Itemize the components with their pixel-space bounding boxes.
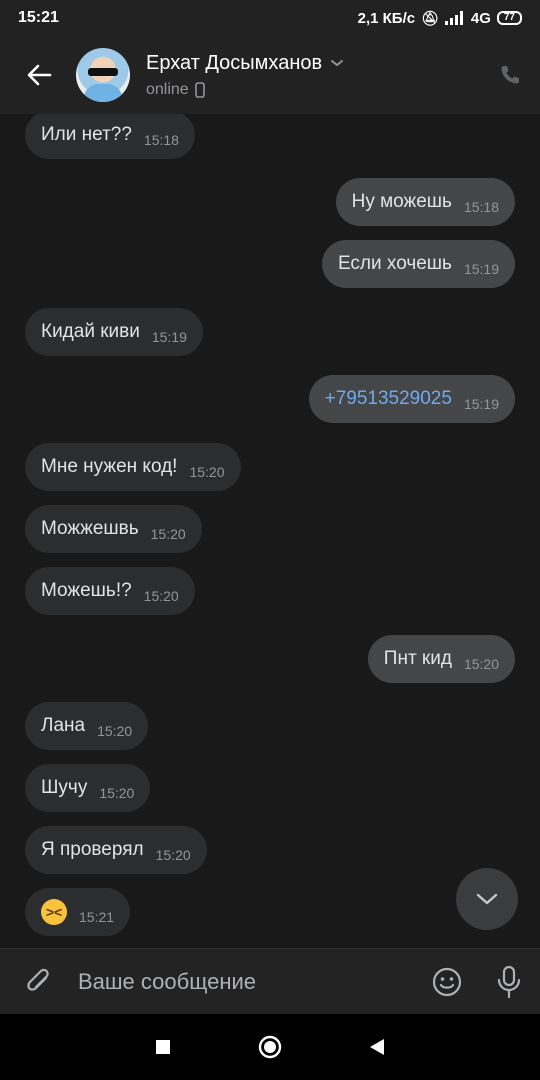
smiley-icon (432, 967, 462, 996)
call-button[interactable] (480, 36, 540, 114)
message-text: Пнт кид (383, 648, 452, 669)
message-incoming[interactable]: >< 15:21 (25, 888, 131, 936)
message-time: 15:20 (150, 526, 186, 542)
microphone-button[interactable] (478, 949, 540, 1015)
status-indicators: 2,1 КБ/с 🔕︎ 4G 77 (358, 10, 522, 27)
message-incoming[interactable]: Мне нужен код! 15:20 (25, 443, 241, 491)
avatar-glasses (88, 68, 118, 76)
contact-info[interactable]: Ерхат Досымханов online (146, 52, 480, 99)
message-time: 15:20 (463, 656, 499, 672)
message-text: Ну можешь (351, 191, 452, 212)
message-outgoing[interactable]: Пнт кид 15:20 (367, 635, 515, 683)
status-bar: 15:21 2,1 КБ/с 🔕︎ 4G 77 (0, 0, 540, 36)
message-time: 15:20 (189, 464, 225, 480)
chat-header: Ерхат Досымханов online (0, 36, 540, 114)
mobile-device-icon (194, 81, 205, 98)
message-time: 15:20 (143, 588, 179, 604)
message-time: 15:21 (79, 909, 115, 925)
message-input[interactable] (78, 959, 416, 1004)
message-outgoing[interactable]: +79513529025 15:19 (308, 375, 515, 423)
message-time: 15:18 (463, 199, 499, 215)
signal-icon (444, 11, 463, 25)
message-outgoing[interactable]: Если хочешь 15:19 (321, 240, 515, 288)
message-incoming[interactable]: Шучу 15:20 (25, 764, 151, 812)
message-time: 15:20 (97, 723, 133, 739)
message-text: Или нет?? (41, 124, 132, 145)
message-time: 15:20 (155, 847, 191, 863)
message-time: 15:19 (151, 329, 187, 345)
attach-button[interactable] (0, 949, 78, 1015)
phone-number-link[interactable]: +79513529025 (309, 388, 452, 410)
contact-status: online (146, 81, 480, 99)
chevron-down-icon (476, 893, 498, 905)
circle-icon (258, 1035, 282, 1059)
avatar[interactable] (76, 48, 130, 102)
contact-name: Ерхат Досымханов (146, 52, 480, 75)
battery-level: 77 (503, 12, 515, 23)
message-time: 15:19 (463, 396, 499, 412)
message-incoming[interactable]: Я проверял 15:20 (25, 826, 207, 874)
message-text: Мне нужен код! (41, 456, 178, 477)
scroll-down-button[interactable] (456, 868, 518, 930)
triangle-back-icon (369, 1039, 384, 1055)
emoji-button[interactable] (416, 949, 478, 1015)
message-outgoing[interactable]: Ну можешь 15:18 (335, 178, 515, 226)
message-list[interactable]: Или нет?? 15:18 Ну можешь 15:18 Если хоч… (0, 114, 540, 948)
back-nav-button[interactable] (355, 1025, 399, 1069)
paperclip-icon (27, 968, 49, 991)
message-text: Кидай киви (41, 321, 140, 342)
message-incoming[interactable]: Можешь!? 15:20 (25, 567, 195, 615)
home-button[interactable] (248, 1025, 292, 1069)
back-button[interactable] (0, 36, 78, 114)
system-navigation-bar (0, 1014, 540, 1080)
network-speed: 2,1 КБ/с (357, 9, 416, 27)
recents-button[interactable] (141, 1025, 185, 1069)
message-text: Я проверял (41, 839, 144, 860)
laughing-squinting-face-icon: >< (41, 899, 67, 925)
message-incoming[interactable]: Можжешвь 15:20 (25, 505, 202, 553)
message-composer (0, 948, 540, 1014)
message-time: 15:19 (463, 261, 499, 277)
message-text: Можешь!? (41, 580, 132, 601)
status-time: 15:21 (18, 9, 59, 26)
message-time: 15:18 (143, 132, 179, 148)
message-incoming[interactable]: Лана 15:20 (25, 702, 149, 750)
microphone-icon (497, 965, 521, 998)
arrow-left-icon (27, 64, 52, 86)
chevron-down-icon (331, 60, 344, 67)
contact-status-text: online (146, 80, 189, 98)
message-emoji: >< (25, 899, 67, 925)
message-text: Можжешвь (41, 518, 139, 539)
message-text: Шучу (41, 777, 88, 798)
message-incoming[interactable]: Кидай киви 15:19 (25, 308, 203, 356)
alarm-off-icon: 🔕︎ (421, 9, 439, 26)
message-text: Лана (41, 715, 86, 736)
network-type: 4G (470, 9, 491, 27)
message-time: 15:20 (99, 785, 135, 801)
message-text: Если хочешь (337, 253, 452, 274)
battery-icon: 77 (496, 11, 522, 25)
avatar-shirt (84, 84, 122, 102)
message-incoming[interactable]: Или нет?? 15:18 (25, 114, 195, 159)
phone-icon (501, 66, 519, 84)
contact-name-text: Ерхат Досымханов (146, 51, 323, 74)
square-icon (156, 1040, 171, 1054)
